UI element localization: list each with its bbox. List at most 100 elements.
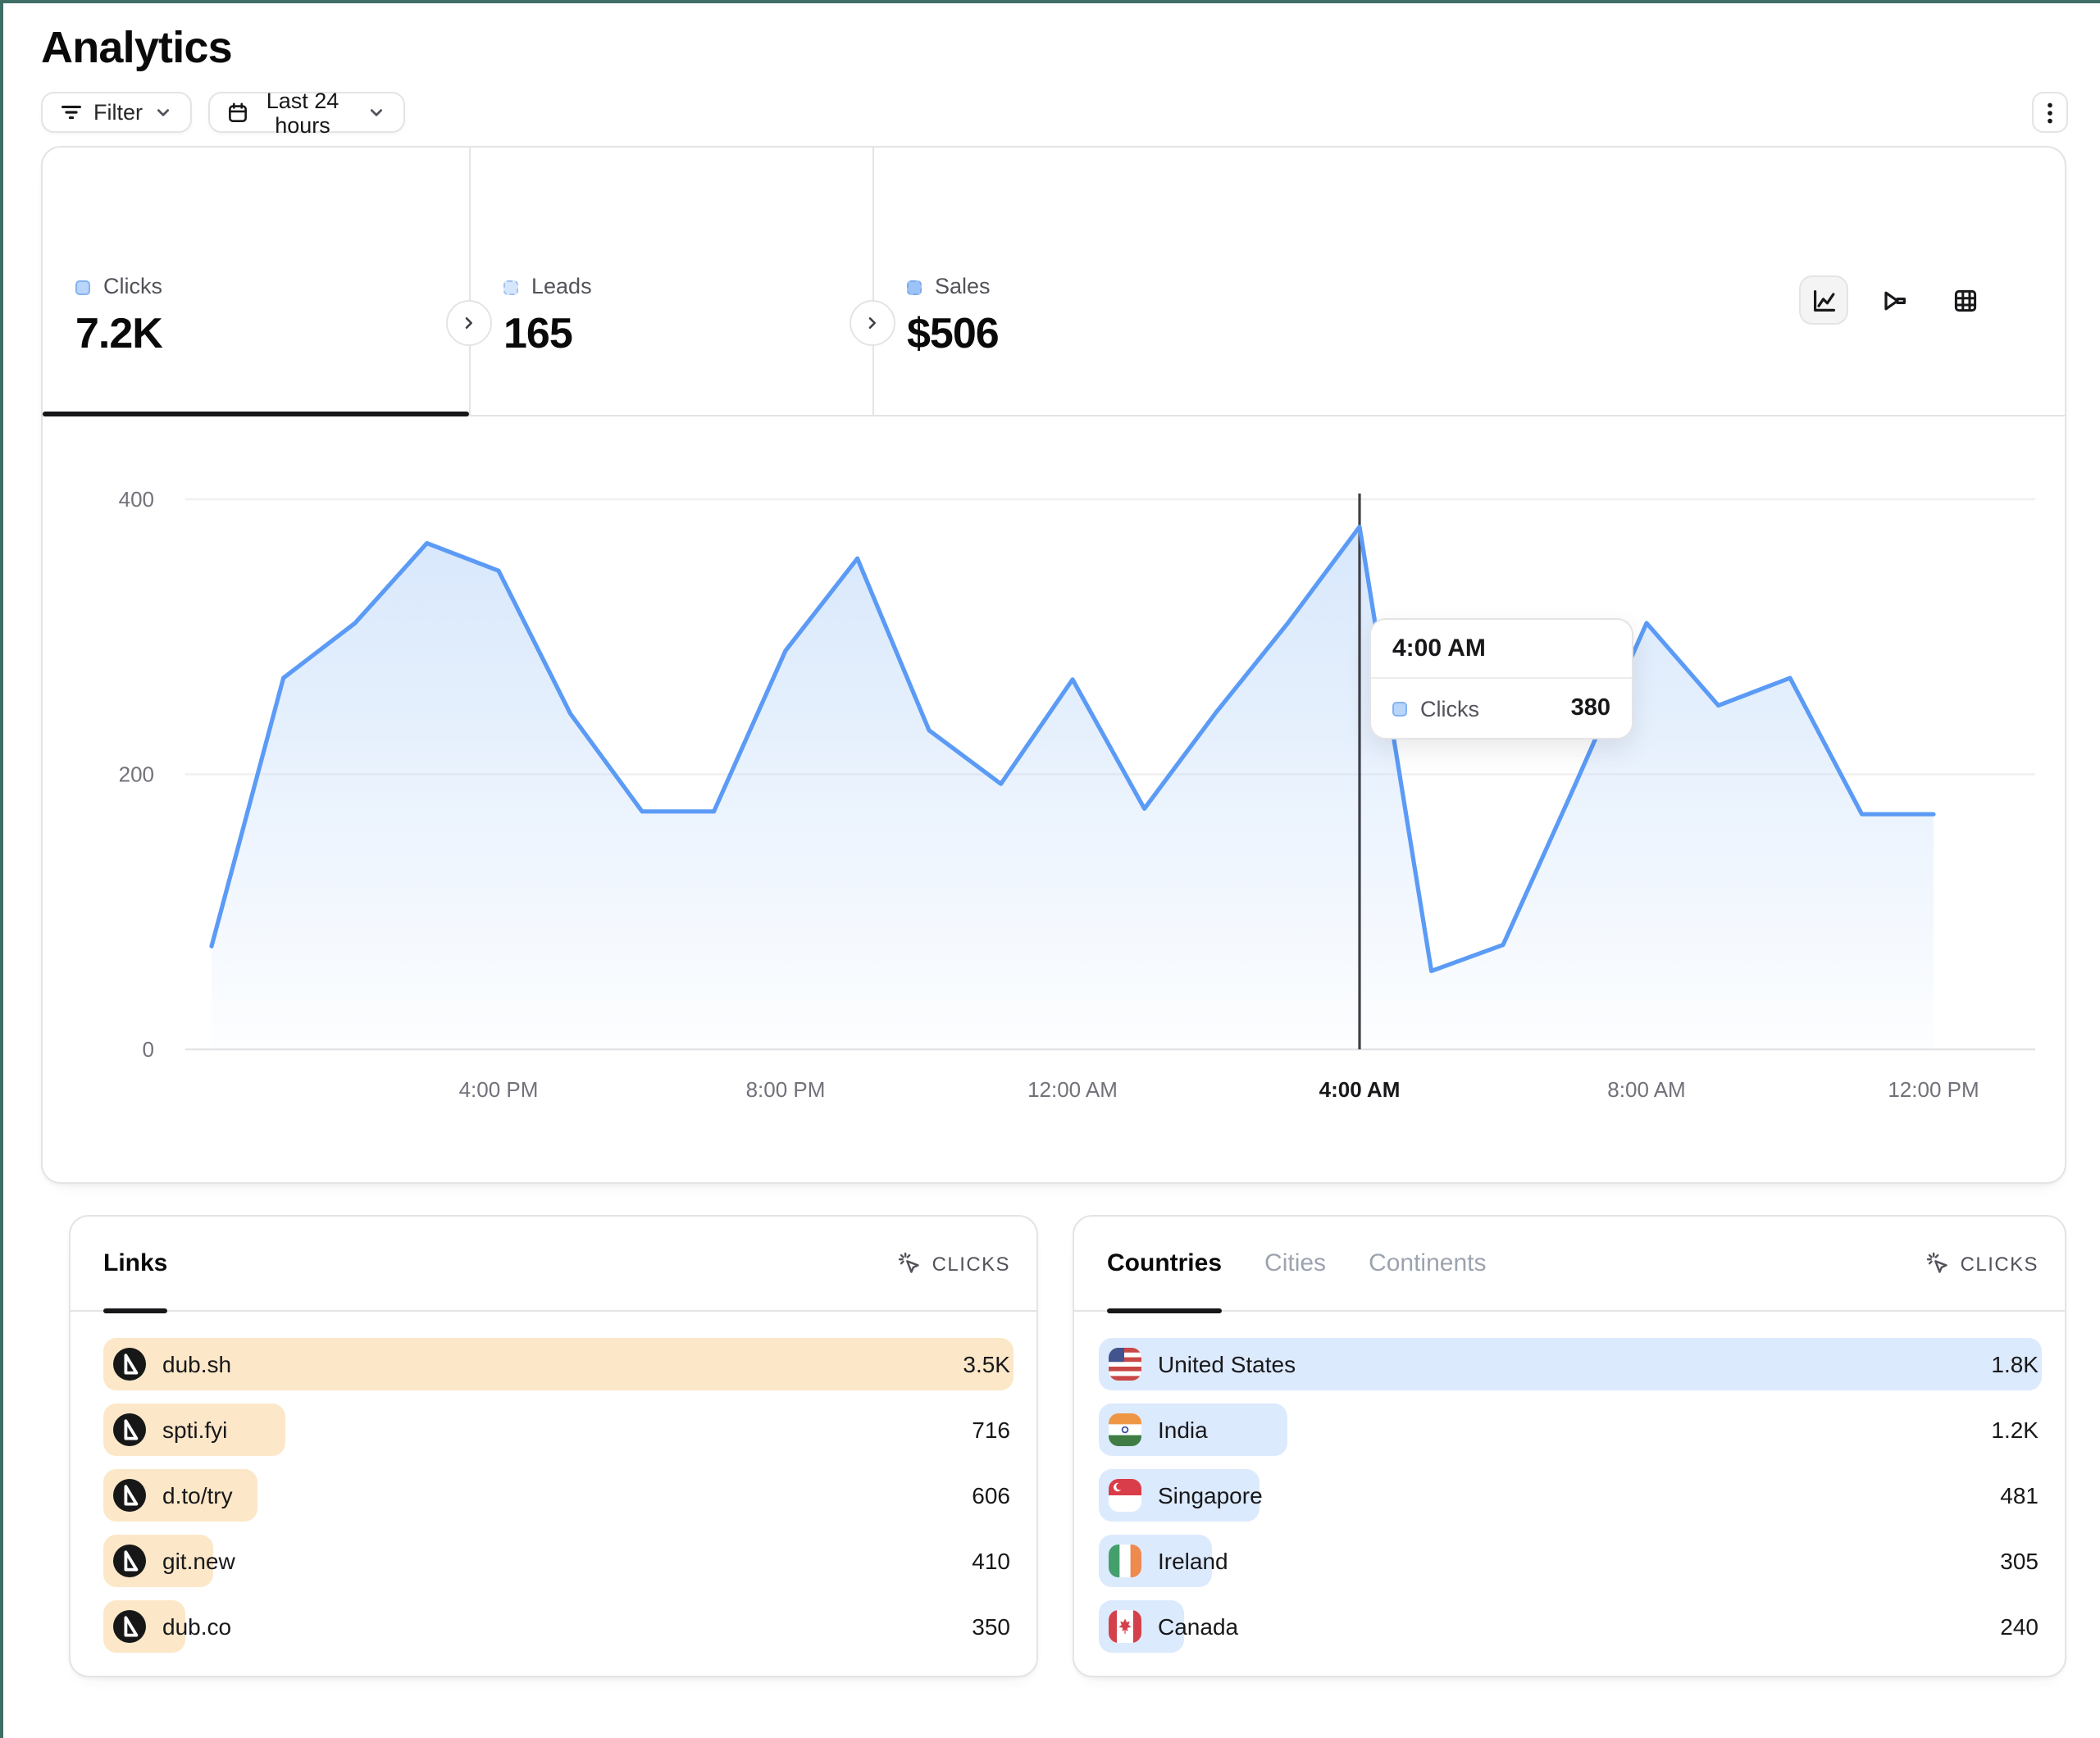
- sales-tab-value: $506: [907, 312, 1282, 356]
- funnel-view-button[interactable]: [1870, 275, 1919, 325]
- country-row[interactable]: Singapore 481: [1099, 1469, 2042, 1522]
- row-value: 716: [972, 1417, 1014, 1443]
- row-label: d.to/try: [162, 1482, 233, 1508]
- filter-button[interactable]: Filter: [41, 92, 192, 133]
- chart-tooltip: 4:00 AM Clicks 380: [1369, 618, 1633, 739]
- countries-list: United States1.8K India 1.2K Singapore 481 Ir…: [1074, 1312, 2065, 1653]
- country-row[interactable]: Ireland 305: [1099, 1535, 2042, 1587]
- country-row[interactable]: India 1.2K: [1099, 1404, 2042, 1456]
- row-value: 1.2K: [1991, 1417, 2042, 1443]
- row-label: United States: [1158, 1351, 1296, 1377]
- links-metric-selector[interactable]: CLICKS: [898, 1251, 1010, 1276]
- row-value: 410: [972, 1548, 1014, 1574]
- sales-tab-label: Sales: [935, 275, 991, 298]
- row-label: Singapore: [1158, 1482, 1263, 1508]
- links-tab-label: Links: [103, 1249, 167, 1277]
- x-axis-tick-label: 12:00 AM: [1027, 1076, 1118, 1101]
- dub-logo-icon: [113, 1413, 146, 1446]
- filter-button-label: Filter: [93, 100, 143, 125]
- country-row[interactable]: United States1.8K: [1099, 1338, 2042, 1390]
- row-value: 481: [2000, 1482, 2042, 1508]
- table-view-button[interactable]: [1940, 275, 1989, 325]
- stats-tabs: Clicks 7.2K Leads 165 Sales $506: [43, 148, 2065, 416]
- sg-flag-icon: [1109, 1479, 1141, 1512]
- cursor-click-icon: [898, 1251, 922, 1276]
- expand-leads-button[interactable]: [850, 300, 895, 346]
- countries-metric-selector[interactable]: CLICKS: [1926, 1251, 2039, 1276]
- chart-view-switcher: [1799, 275, 1989, 325]
- row-value: 350: [972, 1613, 1014, 1640]
- sales-legend-icon: [907, 280, 922, 294]
- x-axis-tick-label: 4:00 PM: [459, 1076, 539, 1101]
- y-axis-tick-label: 0: [143, 1036, 154, 1061]
- chevron-down-icon: [366, 102, 387, 123]
- window-edge-top: [0, 0, 2100, 2]
- date-range-value: Last 24 hours: [259, 88, 346, 137]
- tooltip-value: 380: [1571, 695, 1610, 721]
- link-row[interactable]: git.new410: [103, 1535, 1014, 1587]
- links-list: dub.sh 3.5K spti.fyi716 d.to/try 606 git.new4…: [71, 1312, 1036, 1653]
- dub-logo-icon: [113, 1610, 146, 1643]
- countries-metric-label: CLICKS: [1961, 1252, 2039, 1275]
- links-metric-label: CLICKS: [932, 1252, 1010, 1275]
- more-options-button[interactable]: [2031, 92, 2067, 133]
- row-label: India: [1158, 1417, 1208, 1443]
- countries-tab-label: Countries: [1107, 1249, 1222, 1277]
- row-label: dub.sh: [162, 1351, 231, 1377]
- countries-panel-header: Countries Cities Continents CLICKS: [1074, 1217, 2065, 1312]
- analytics-page: Analytics Filter Last 24 hours: [0, 0, 2100, 1738]
- link-row[interactable]: dub.sh 3.5K: [103, 1338, 1014, 1390]
- link-row[interactable]: spti.fyi716: [103, 1404, 1014, 1456]
- funnel-icon: [1880, 286, 1908, 314]
- kebab-icon: [2038, 99, 2061, 125]
- row-value: 606: [972, 1482, 1014, 1508]
- tooltip-series-legend-icon: [1392, 701, 1407, 716]
- tab-continents[interactable]: Continents: [1369, 1216, 1486, 1311]
- continents-tab-label: Continents: [1369, 1249, 1486, 1277]
- tab-clicks[interactable]: Clicks 7.2K: [43, 148, 469, 414]
- link-row[interactable]: d.to/try 606: [103, 1469, 1014, 1522]
- tab-sales[interactable]: Sales $506: [872, 148, 1282, 414]
- link-row[interactable]: dub.co 350: [103, 1600, 1014, 1653]
- tab-leads[interactable]: Leads 165: [469, 148, 872, 414]
- toolbar: Filter Last 24 hours: [41, 92, 405, 133]
- dub-logo-icon: [113, 1348, 146, 1381]
- line-chart-icon: [1810, 286, 1838, 314]
- chart-plot[interactable]: 02004004:00 PM8:00 PM12:00 AM4:00 AM8:00…: [43, 416, 2065, 1183]
- clicks-time-series-chart[interactable]: 02004004:00 PM8:00 PM12:00 AM4:00 AM8:00…: [43, 416, 2065, 1183]
- filter-icon: [59, 100, 84, 125]
- window-edge-left: [0, 0, 2, 1738]
- y-axis-tick-label: 400: [119, 486, 154, 511]
- clicks-legend-icon: [75, 280, 90, 294]
- page-title: Analytics: [41, 23, 232, 74]
- row-value: 305: [2000, 1548, 2042, 1574]
- row-value: 240: [2000, 1613, 2042, 1640]
- tab-links[interactable]: Links: [103, 1216, 167, 1311]
- row-value: 3.5K: [963, 1351, 1014, 1377]
- cities-tab-label: Cities: [1264, 1249, 1326, 1277]
- tooltip-time: 4:00 AM: [1371, 620, 1632, 679]
- row-label: Ireland: [1158, 1548, 1228, 1574]
- us-flag-icon: [1109, 1348, 1141, 1381]
- expand-clicks-button[interactable]: [446, 300, 492, 346]
- row-label: dub.co: [162, 1613, 231, 1640]
- x-axis-tick-label: 8:00 PM: [746, 1076, 826, 1101]
- clicks-tab-value: 7.2K: [75, 312, 469, 356]
- country-row[interactable]: Canada 240: [1099, 1600, 2042, 1653]
- chevron-right-icon: [459, 313, 479, 333]
- line-chart-view-button[interactable]: [1799, 275, 1848, 325]
- leads-tab-label: Leads: [531, 275, 592, 298]
- date-range-button[interactable]: Last 24 hours: [208, 92, 405, 133]
- ca-flag-icon: [1109, 1610, 1141, 1643]
- dub-logo-icon: [113, 1545, 146, 1577]
- tab-countries[interactable]: Countries: [1107, 1216, 1222, 1311]
- tab-cities[interactable]: Cities: [1264, 1216, 1326, 1311]
- tooltip-series-label: Clicks: [1420, 696, 1479, 721]
- x-axis-tick-label: 12:00 PM: [1888, 1076, 1979, 1101]
- countries-panel: Countries Cities Continents CLICKS Unite…: [1073, 1215, 2066, 1677]
- dub-logo-icon: [113, 1479, 146, 1512]
- cursor-click-icon: [1926, 1251, 1951, 1276]
- row-label: Canada: [1158, 1613, 1238, 1640]
- chevron-right-icon: [863, 313, 882, 333]
- links-panel: Links CLICKS dub.sh 3.5K spti.fyi716 d.to/t…: [69, 1215, 1038, 1677]
